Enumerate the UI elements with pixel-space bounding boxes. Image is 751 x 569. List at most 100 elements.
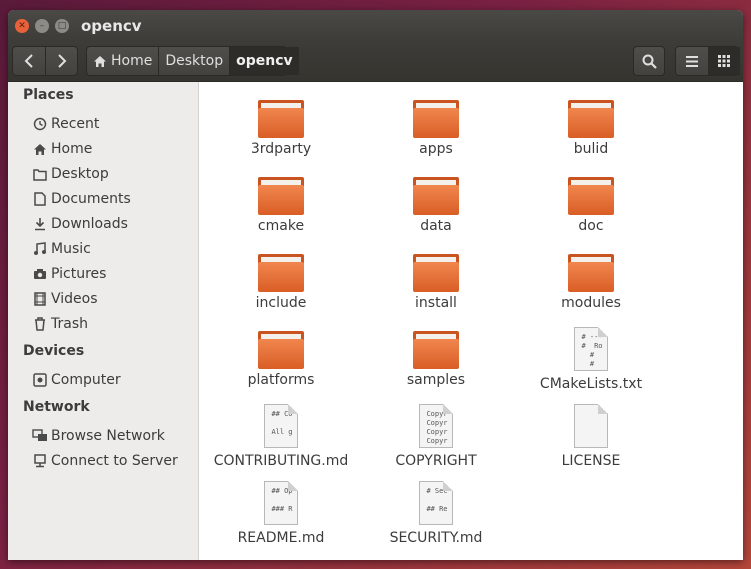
file-item-apps[interactable]: apps [366, 98, 506, 157]
file-preview: ## Co All g [271, 410, 293, 436]
grid-view-button[interactable] [708, 47, 740, 75]
file-name: SECURITY.md [389, 530, 483, 546]
file-name: bulid [573, 141, 609, 157]
chevron-right-icon [58, 54, 67, 68]
folder-icon [413, 252, 459, 292]
folder-icon [413, 175, 459, 215]
sidebar-item-computer[interactable]: Computer [32, 369, 121, 391]
list-view-button[interactable] [676, 47, 708, 75]
home-icon [94, 55, 106, 67]
file-item-bulid[interactable]: bulid [521, 98, 661, 157]
folder-icon [258, 252, 304, 292]
file-item-modules[interactable]: modules [521, 252, 661, 311]
folder-icon [413, 98, 459, 138]
minimize-window-button[interactable]: – [35, 19, 49, 33]
close-window-button[interactable]: ✕ [15, 19, 29, 33]
forward-button[interactable] [46, 47, 78, 75]
sidebar-item-browse-network[interactable]: Browse Network [32, 425, 165, 447]
sidebar-item-documents[interactable]: Documents [32, 188, 131, 210]
sidebar-item-label: Pictures [51, 266, 107, 282]
network-icon [32, 428, 48, 444]
search-button[interactable] [633, 46, 665, 76]
breadcrumb-desktop[interactable]: Desktop [159, 47, 231, 75]
sidebar-item-label: Computer [51, 372, 121, 388]
file-item-install[interactable]: install [366, 252, 506, 311]
camera-icon [32, 266, 48, 282]
file-name: doc [578, 218, 604, 234]
sidebar-item-pictures[interactable]: Pictures [32, 263, 106, 285]
folder-icon [258, 175, 304, 215]
file-preview: ## Op ### R [271, 487, 293, 513]
chevron-left-icon [24, 54, 33, 68]
breadcrumb: Home Desktop opencv [86, 46, 299, 76]
sidebar-item-label: Recent [51, 116, 100, 132]
file-item-data[interactable]: data [366, 175, 506, 234]
breadcrumb-opencv-label: opencv [236, 53, 293, 69]
search-icon [642, 54, 657, 69]
text-file-icon: # Sec ## Re [419, 481, 453, 525]
sidebar-item-label: Music [51, 241, 91, 257]
file-item-samples[interactable]: samples [366, 329, 506, 388]
folder-icon [568, 98, 614, 138]
file-name: CMakeLists.txt [539, 376, 643, 392]
sidebar-item-label: Desktop [51, 166, 109, 182]
trash-icon [32, 316, 48, 332]
file-name: samples [406, 372, 466, 388]
sidebar-item-label: Home [51, 141, 93, 157]
home-icon [32, 141, 48, 157]
file-name: COPYRIGHT [395, 453, 477, 469]
breadcrumb-home-label: Home [111, 53, 153, 69]
breadcrumb-desktop-label: Desktop [165, 53, 224, 69]
breadcrumb-opencv[interactable]: opencv [230, 47, 299, 75]
sidebar-item-recent[interactable]: Recent [32, 113, 99, 135]
file-item-cmake[interactable]: cmake [211, 175, 351, 234]
sidebar-item-desktop[interactable]: Desktop [32, 163, 109, 185]
folder-icon [568, 175, 614, 215]
navigation-buttons [12, 46, 78, 76]
view-buttons [675, 46, 740, 76]
watermark: CSDN @壹槐 [646, 543, 739, 561]
breadcrumb-home[interactable]: Home [87, 47, 160, 75]
maximize-window-button[interactable]: □ [55, 19, 69, 33]
list-icon [686, 55, 698, 67]
film-icon [32, 291, 48, 307]
server-icon [32, 453, 48, 469]
file-preview: # Sec ## Re [426, 487, 448, 513]
sidebar-item-videos[interactable]: Videos [32, 288, 98, 310]
sidebar-item-label: Documents [51, 191, 131, 207]
sidebar-item-home[interactable]: Home [32, 138, 92, 160]
file-preview: # --- # Ro # # [581, 333, 603, 368]
title-bar: ✕ – □ opencv [8, 10, 743, 42]
toolbar: Home Desktop opencv [8, 42, 743, 82]
file-name: cmake [257, 218, 305, 234]
file-name: CONTRIBUTING.md [213, 453, 349, 469]
file-item-security[interactable]: # Sec ## Re SECURITY.md [366, 481, 506, 546]
file-item-contributing[interactable]: ## Co All g CONTRIBUTING.md [211, 404, 351, 469]
file-manager-window: ✕ – □ opencv Home Desktop opencv Places … [8, 10, 743, 560]
file-item-readme[interactable]: ## Op ### R README.md [211, 481, 351, 546]
sidebar-item-downloads[interactable]: Downloads [32, 213, 128, 235]
file-item-platforms[interactable]: platforms [211, 329, 351, 388]
file-item-include[interactable]: include [211, 252, 351, 311]
file-item-doc[interactable]: doc [521, 175, 661, 234]
sidebar-item-music[interactable]: Music [32, 238, 91, 260]
file-item-cmakelists[interactable]: # --- # Ro # # CMakeLists.txt [521, 327, 661, 392]
back-button[interactable] [13, 47, 45, 75]
sidebar-item-connect-to-server[interactable]: Connect to Server [32, 450, 178, 472]
sidebar-item-trash[interactable]: Trash [32, 313, 88, 335]
folder-icon [413, 329, 459, 369]
grid-icon [718, 55, 730, 67]
file-item-license[interactable]: LICENSE [521, 404, 661, 469]
file-name: README.md [237, 530, 325, 546]
folder-icon [258, 329, 304, 369]
network-heading: Network [23, 399, 90, 415]
text-file-icon: ## Co All g [264, 404, 298, 448]
clock-icon [32, 116, 48, 132]
file-item-3rdparty[interactable]: 3rdparty [211, 98, 351, 157]
sidebar-item-label: Videos [51, 291, 98, 307]
file-item-copyright[interactable]: Copyr Copyr Copyr Copyr COPYRIGHT [366, 404, 506, 469]
folder-icon [568, 252, 614, 292]
file-name: modules [561, 295, 621, 311]
file-preview: Copyr Copyr Copyr Copyr [426, 410, 448, 445]
sidebar-item-label: Browse Network [51, 428, 165, 444]
